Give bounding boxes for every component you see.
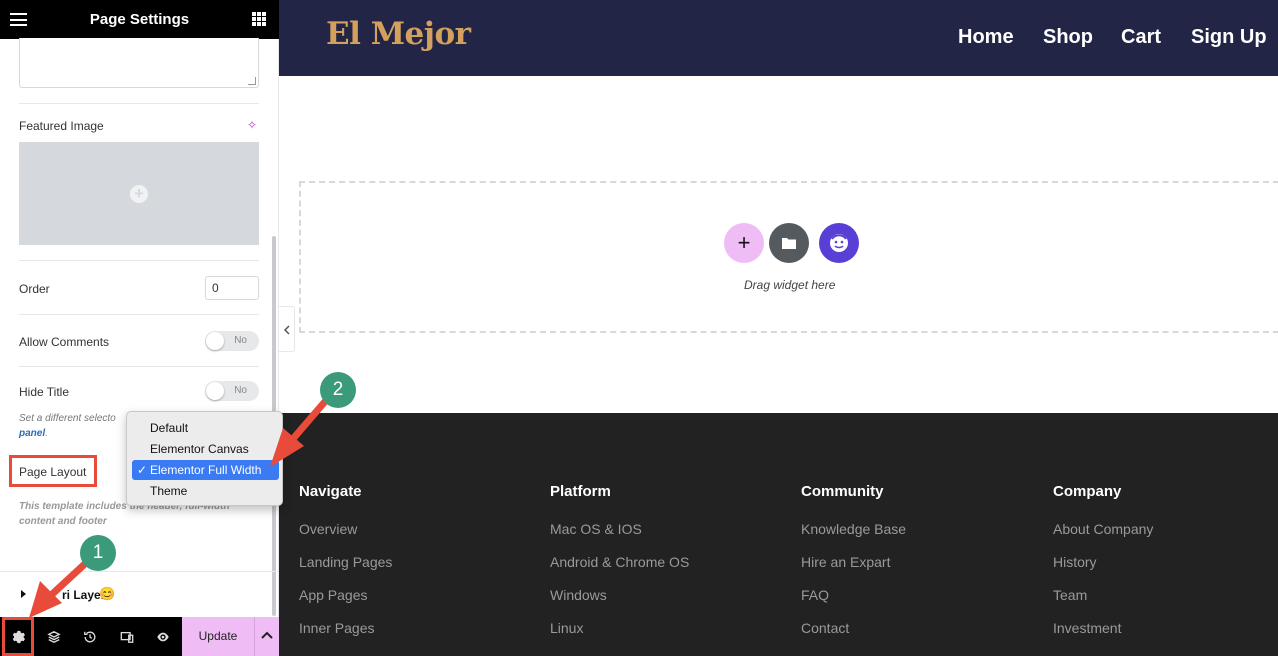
note-period: . — [45, 428, 48, 439]
dropdown-option-selected[interactable]: ✓ Elementor Full Width — [132, 460, 279, 480]
add-image-icon: + — [130, 185, 148, 203]
divider — [19, 103, 259, 104]
footer-col-title: Navigate — [299, 483, 362, 500]
featured-image-label: Featured Image — [19, 119, 104, 133]
history-icon[interactable] — [72, 617, 108, 656]
divider — [19, 314, 259, 315]
footer-link[interactable]: About Company — [1053, 521, 1153, 537]
footer-link[interactable]: Inner Pages — [299, 620, 375, 636]
ai-sparkle-icon[interactable]: ✧ — [247, 118, 257, 132]
nav-shop[interactable]: Shop — [1043, 26, 1093, 49]
site-footer: Navigate Overview Landing Pages App Page… — [279, 413, 1278, 656]
layers-icon[interactable] — [36, 617, 72, 656]
hide-title-note: Set a different selecto panel. — [19, 411, 116, 441]
footer-link[interactable]: Windows — [550, 587, 607, 603]
footer-link[interactable]: Landing Pages — [299, 554, 392, 570]
footer-col-title: Community — [801, 483, 884, 500]
bottom-toolbar: Update — [0, 617, 279, 656]
nav-home[interactable]: Home — [958, 26, 1014, 49]
template-folder-icon[interactable] — [769, 223, 809, 263]
layer-section[interactable]: ri Layer 😊 — [0, 571, 279, 617]
check-icon: ✓ — [137, 463, 148, 477]
step-badge-2: 2 — [320, 372, 356, 408]
chevron-left-icon — [283, 325, 290, 335]
nav-sign-up[interactable]: Sign Up — [1191, 26, 1267, 49]
footer-link[interactable]: Linux — [550, 620, 583, 636]
footer-link[interactable]: Android & Chrome OS — [550, 554, 689, 570]
footer-link[interactable]: Contact — [801, 620, 849, 636]
excerpt-textarea[interactable] — [19, 38, 259, 88]
footer-link[interactable]: Knowledge Base — [801, 521, 906, 537]
caret-right-icon — [21, 590, 26, 598]
divider — [19, 260, 259, 261]
hide-title-label: Hide Title — [19, 385, 70, 399]
footer-link[interactable]: App Pages — [299, 587, 368, 603]
site-header: El Mejor Home Shop Cart Sign Up — [279, 0, 1278, 76]
app-window: Page Settings Featured Image ✧ + Order 0… — [0, 0, 1278, 656]
add-section-plus-icon[interactable]: + — [724, 223, 764, 263]
toggle-knob — [206, 332, 224, 350]
footer-link[interactable]: Team — [1053, 587, 1087, 603]
smile-icon: 😊 — [99, 586, 116, 601]
dropdown-option-label: Elementor Full Width — [150, 463, 262, 477]
toggle-knob — [206, 382, 224, 400]
ai-face-icon[interactable] — [819, 223, 859, 263]
footer-col-title: Platform — [550, 483, 611, 500]
featured-image-picker[interactable]: + — [19, 142, 259, 245]
page-layout-highlight: Page Layout — [9, 455, 97, 487]
dropdown-option[interactable]: Elementor Canvas — [132, 439, 279, 459]
toggle-state: No — [234, 335, 247, 346]
resize-grip-icon[interactable] — [248, 77, 256, 85]
settings-panel: Page Settings Featured Image ✧ + Order 0… — [0, 0, 279, 656]
hide-title-note-text: Set a different selecto — [19, 413, 116, 424]
footer-link[interactable]: History — [1053, 554, 1097, 570]
update-button[interactable]: Update — [182, 617, 254, 656]
footer-link[interactable]: FAQ — [801, 587, 829, 603]
site-logo[interactable]: El Mejor — [326, 16, 471, 52]
hide-title-toggle[interactable]: No — [205, 381, 259, 401]
responsive-icon[interactable] — [109, 617, 145, 656]
preview-eye-icon[interactable] — [145, 617, 181, 656]
allow-comments-label: Allow Comments — [19, 335, 110, 349]
panel-link[interactable]: panel — [19, 428, 45, 439]
footer-link[interactable]: Investment — [1053, 620, 1121, 636]
page-layout-label: Page Layout — [19, 465, 87, 479]
panel-title: Page Settings — [89, 11, 190, 28]
page-layout-dropdown[interactable]: Default Elementor Canvas ✓ Elementor Ful… — [126, 411, 283, 506]
toggle-state: No — [234, 385, 247, 396]
settings-highlight — [2, 617, 34, 656]
step-badge-1: 1 — [80, 535, 116, 571]
allow-comments-toggle[interactable]: No — [205, 331, 259, 351]
order-input[interactable]: 0 — [205, 276, 259, 300]
apps-grid-icon[interactable] — [252, 12, 266, 26]
order-label: Order — [19, 282, 50, 296]
collapse-panel-button[interactable] — [279, 306, 295, 352]
chevron-up-icon[interactable] — [254, 617, 279, 656]
divider — [19, 366, 259, 367]
footer-link[interactable]: Overview — [299, 521, 357, 537]
footer-link[interactable]: Hire an Expart — [801, 554, 890, 570]
drag-widget-text: Drag widget here — [744, 278, 836, 292]
dropdown-option[interactable]: Default — [132, 418, 279, 438]
page-layout-note-line2: content and footer — [19, 516, 107, 527]
dropdown-option[interactable]: Theme — [132, 481, 279, 501]
nav-cart[interactable]: Cart — [1121, 26, 1161, 49]
panel-header: Page Settings — [0, 0, 279, 39]
footer-col-title: Company — [1053, 483, 1122, 500]
footer-link[interactable]: Mac OS & IOS — [550, 521, 642, 537]
